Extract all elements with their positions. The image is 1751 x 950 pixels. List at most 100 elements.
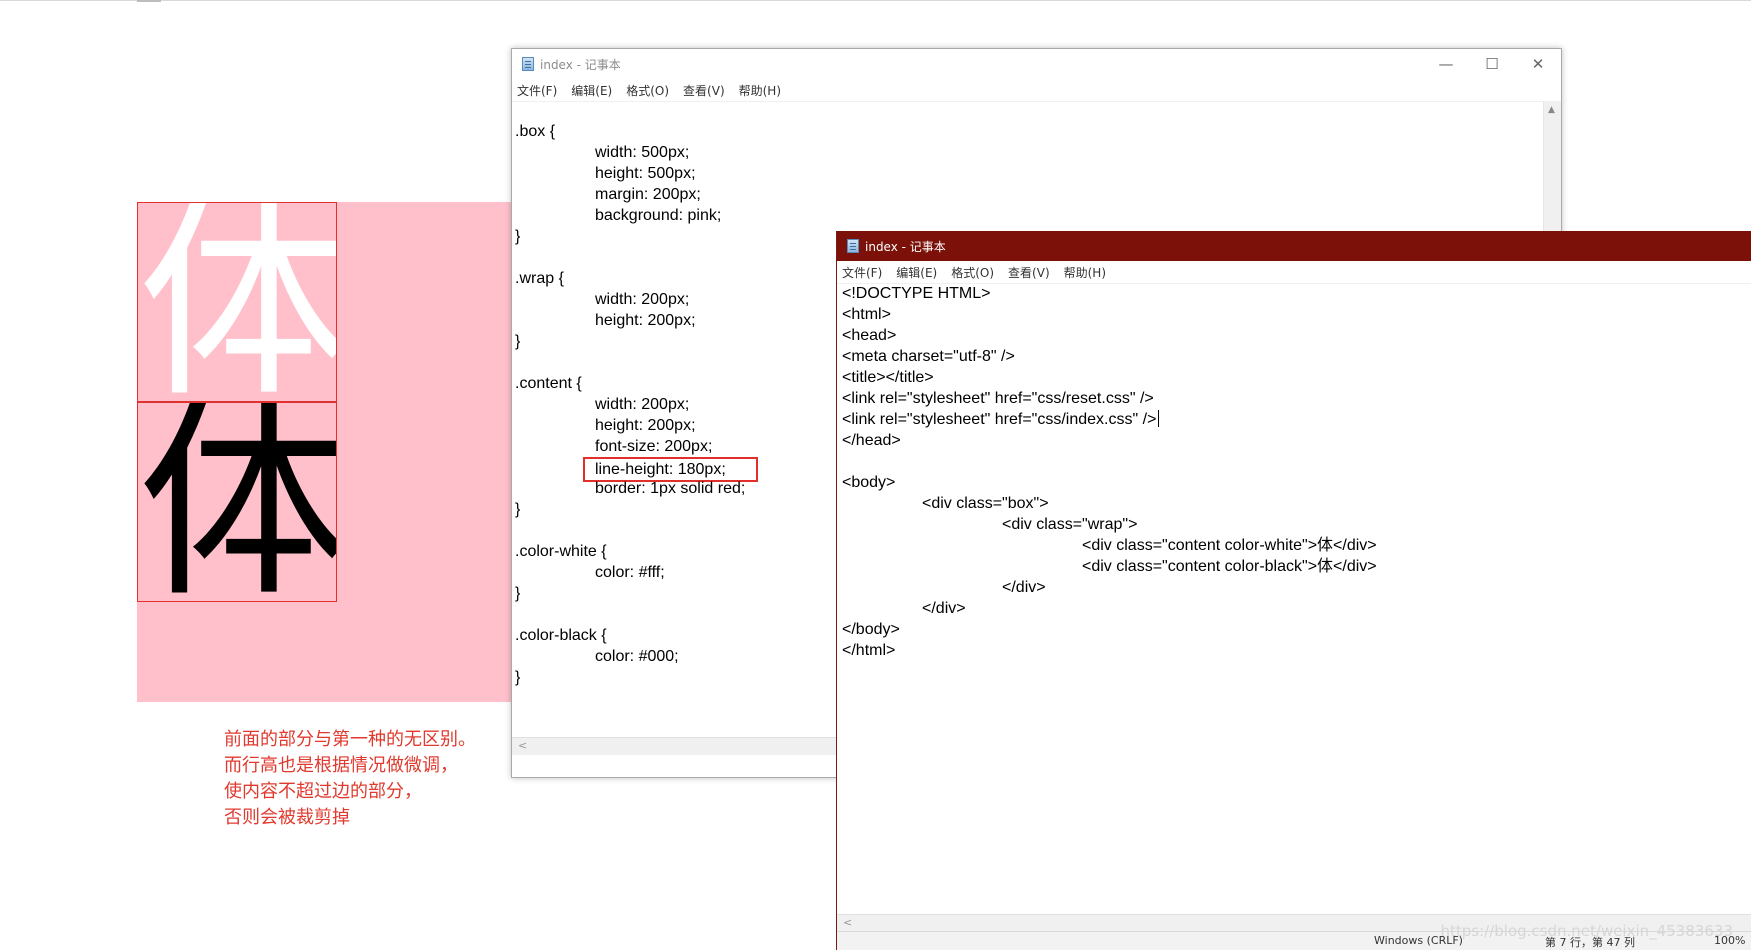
- code-text: <link rel="stylesheet" href="css/index.c…: [842, 411, 1157, 428]
- code-text: color: #fff;: [595, 564, 665, 581]
- code-line: width: 500px;: [515, 142, 1561, 163]
- code-line: <meta charset="utf-8" />: [842, 346, 1751, 367]
- code-text: </html>: [842, 642, 896, 659]
- code-line: <!DOCTYPE HTML>: [842, 283, 1751, 304]
- code-text: <body>: [842, 474, 896, 491]
- menu-file[interactable]: 文件(F): [842, 264, 882, 281]
- code-text: <html>: [842, 306, 891, 323]
- code-text: <!DOCTYPE HTML>: [842, 285, 991, 302]
- code-line: background: pink;: [515, 205, 1561, 226]
- menu-help[interactable]: 帮助(H): [739, 82, 781, 99]
- code-text: <link rel="stylesheet" href="css/reset.c…: [842, 390, 1154, 407]
- code-line: margin: 200px;: [515, 184, 1561, 205]
- code-text: }: [515, 501, 521, 518]
- menu-format[interactable]: 格式(O): [951, 264, 994, 281]
- scroll-left-icon[interactable]: <: [843, 916, 852, 929]
- top-divider: [0, 0, 1751, 1]
- code-text: margin: 200px;: [595, 186, 701, 203]
- code-text: width: 500px;: [595, 144, 690, 161]
- watermark: https://blog.csdn.net/weixin_45383633: [1440, 922, 1733, 940]
- title-bar[interactable]: index - 记事本 — ☐ ✕: [512, 49, 1561, 79]
- code-text: }: [515, 228, 521, 245]
- code-text: <div class="wrap">: [1002, 516, 1138, 533]
- scroll-left-icon[interactable]: <: [518, 739, 527, 752]
- code-line: <div class="content color-white">体</div>: [842, 535, 1751, 556]
- code-text: height: 200px;: [595, 417, 696, 434]
- top-tab-mark: [137, 0, 161, 2]
- menu-bar: 文件(F) 编辑(E) 格式(O) 查看(V) 帮助(H): [512, 79, 1561, 102]
- code-line: </div>: [842, 577, 1751, 598]
- code-text: .content {: [515, 375, 582, 392]
- notepad-icon: [847, 239, 859, 253]
- close-button[interactable]: ✕: [1515, 49, 1561, 79]
- code-text: color: #000;: [595, 648, 679, 665]
- code-text: <title></title>: [842, 369, 934, 386]
- menu-bar: 文件(F) 编辑(E) 格式(O) 查看(V) 帮助(H): [837, 261, 1751, 284]
- caption-line: 否则会被裁剪掉: [224, 807, 350, 828]
- code-line: <div class="box">: [842, 493, 1751, 514]
- menu-file[interactable]: 文件(F): [517, 82, 557, 99]
- code-line: </head>: [842, 430, 1751, 451]
- code-line: .box {: [515, 121, 1561, 142]
- code-line: </div>: [842, 598, 1751, 619]
- window-controls: — ☐ ✕: [1423, 49, 1561, 79]
- code-text: .color-black {: [515, 627, 607, 644]
- code-text: <head>: [842, 327, 897, 344]
- white-glyph-box: 体: [137, 202, 337, 402]
- menu-format[interactable]: 格式(O): [626, 82, 669, 99]
- code-text: .wrap {: [515, 270, 564, 287]
- notepad-window-html[interactable]: index - 记事本 文件(F) 编辑(E) 格式(O) 查看(V) 帮助(H…: [836, 231, 1751, 950]
- code-line: <div class="content color-black">体</div>: [842, 556, 1751, 577]
- text-cursor: [1158, 410, 1160, 427]
- code-text: font-size: 200px;: [595, 438, 713, 455]
- code-text: <div class="content color-white">体</div>: [1082, 537, 1377, 554]
- code-text: </head>: [842, 432, 901, 449]
- code-text: width: 200px;: [595, 396, 690, 413]
- minimize-button[interactable]: —: [1423, 49, 1469, 79]
- title-bar[interactable]: index - 记事本: [837, 231, 1751, 261]
- caption-line: 前面的部分与第一种的无区别。: [224, 729, 476, 750]
- code-text: </body>: [842, 621, 900, 638]
- code-text: width: 200px;: [595, 291, 690, 308]
- code-text: height: 500px;: [595, 165, 696, 182]
- code-text: }: [515, 585, 521, 602]
- code-line: <body>: [842, 472, 1751, 493]
- code-text: <div class="content color-black">体</div>: [1082, 558, 1377, 575]
- code-text: </div>: [922, 600, 966, 617]
- menu-view[interactable]: 查看(V): [1008, 264, 1050, 281]
- code-line: <link rel="stylesheet" href="css/index.c…: [842, 409, 1751, 430]
- code-line: <div class="wrap">: [842, 514, 1751, 535]
- code-text: </div>: [1002, 579, 1046, 596]
- code-text: .box {: [515, 123, 556, 140]
- code-line: </body>: [842, 619, 1751, 640]
- maximize-button[interactable]: ☐: [1469, 49, 1515, 79]
- code-text: background: pink;: [595, 207, 722, 224]
- notepad-icon: [522, 57, 534, 71]
- code-text: <meta charset="utf-8" />: [842, 348, 1015, 365]
- code-line: <head>: [842, 325, 1751, 346]
- menu-edit[interactable]: 编辑(E): [571, 82, 612, 99]
- black-glyph-box: 体: [137, 402, 337, 602]
- caption-line: 使内容不超过边的部分，: [224, 781, 422, 802]
- code-text: height: 200px;: [595, 312, 696, 329]
- code-line: <title></title>: [842, 367, 1751, 388]
- menu-edit[interactable]: 编辑(E): [896, 264, 937, 281]
- code-line: height: 500px;: [515, 163, 1561, 184]
- code-line: <html>: [842, 304, 1751, 325]
- code-text: border: 1px solid red;: [595, 480, 746, 497]
- code-text: <div class="box">: [922, 495, 1049, 512]
- menu-help[interactable]: 帮助(H): [1064, 264, 1106, 281]
- code-text: .color-white {: [515, 543, 607, 560]
- caption-note: 前面的部分与第一种的无区别。 而行高也是根据情况做微调， 使内容不超过边的部分，…: [224, 727, 476, 831]
- code-line: <link rel="stylesheet" href="css/reset.c…: [842, 388, 1751, 409]
- html-editor[interactable]: <!DOCTYPE HTML> <html> <head> <meta charset…: [837, 283, 1751, 920]
- code-text: }: [515, 333, 521, 350]
- code-line: </html>: [842, 640, 1751, 661]
- code-text: }: [515, 669, 521, 686]
- caption-line: 而行高也是根据情况做微调，: [224, 755, 458, 776]
- window-title: index - 记事本: [865, 239, 946, 254]
- menu-view[interactable]: 查看(V): [683, 82, 725, 99]
- window-title: index - 记事本: [540, 57, 621, 72]
- scroll-up-icon[interactable]: ▲: [1548, 105, 1555, 115]
